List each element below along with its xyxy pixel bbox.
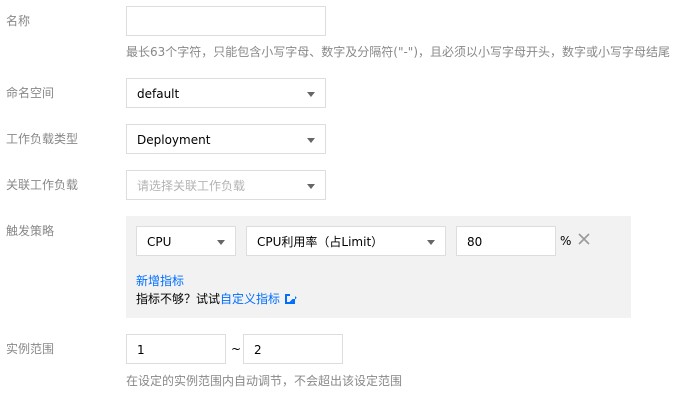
namespace-label: 命名空间 <box>6 86 55 100</box>
trigger-policy-label: 触发策略 <box>6 224 55 238</box>
name-help-text: 最长63个字符，只能包含小写字母、数字及分隔符("-")，且必须以小写字母开头，… <box>126 45 671 59</box>
workload-type-select[interactable]: Deployment <box>126 124 326 154</box>
related-workload-label: 关联工作负载 <box>6 178 79 192</box>
custom-metric-link[interactable]: 自定义指标 <box>220 292 280 306</box>
metric-value-input[interactable]: 80 <box>456 226 556 256</box>
chevron-down-icon <box>217 240 225 245</box>
instance-range-label: 实例范围 <box>6 342 55 356</box>
close-icon[interactable] <box>578 233 590 245</box>
instance-range-help: 在设定的实例范围内自动调节，不会超出该设定范围 <box>126 374 403 388</box>
instance-max-input[interactable]: 2 <box>243 334 343 364</box>
namespace-value: default <box>137 87 180 101</box>
workload-type-value: Deployment <box>137 133 211 147</box>
chevron-down-icon <box>307 92 315 97</box>
unit-label: % <box>560 234 572 248</box>
add-metric-link[interactable]: 新增指标 <box>136 274 184 288</box>
metric-type-select[interactable]: CPU <box>136 226 236 256</box>
metric-type-value: CPU <box>147 235 172 249</box>
instance-min-input[interactable]: 1 <box>126 334 226 364</box>
namespace-select[interactable]: default <box>126 78 326 108</box>
related-workload-select[interactable]: 请选择关联工作负载 <box>126 170 326 200</box>
name-label: 名称 <box>6 14 31 28</box>
external-link-icon[interactable] <box>285 294 296 304</box>
chevron-down-icon <box>427 240 435 245</box>
range-separator: ~ <box>231 342 242 356</box>
related-workload-placeholder: 请选择关联工作负载 <box>137 179 246 193</box>
chevron-down-icon <box>307 184 315 189</box>
custom-metric-hint: 指标不够？试试自定义指标 <box>136 292 296 306</box>
metric-value: CPU利用率（占Limit） <box>257 235 384 249</box>
chevron-down-icon <box>307 138 315 143</box>
trigger-policy-panel: CPU CPU利用率（占Limit） 80 % 新增指标 指标不够？试试自定义指… <box>126 216 631 318</box>
metric-select[interactable]: CPU利用率（占Limit） <box>246 226 446 256</box>
workload-type-label: 工作负载类型 <box>6 132 79 146</box>
name-input[interactable] <box>126 6 326 36</box>
hint-text: 指标不够？试试 <box>136 292 221 306</box>
